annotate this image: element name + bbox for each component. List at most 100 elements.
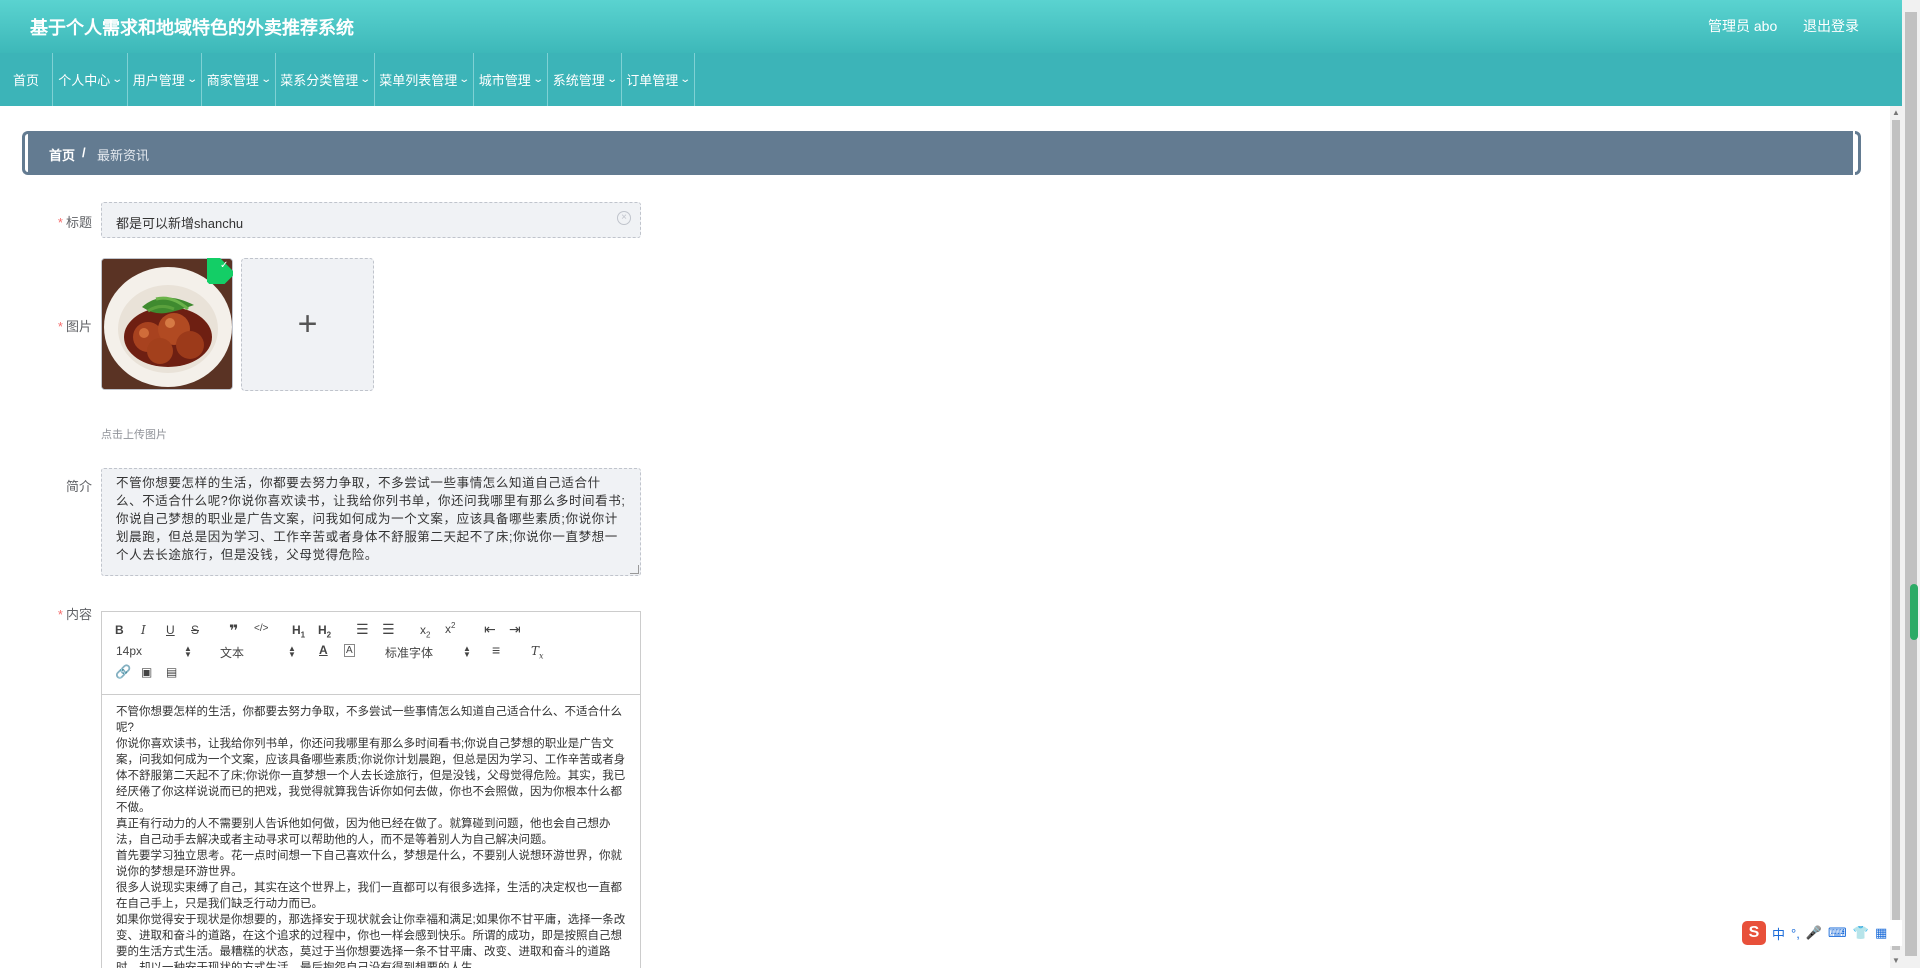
editor-toolbar: B I U S ❞ </> H1 H2 ☰ ☰ x2 x2 ⇤ ⇥ 14px ▲ ▼… (102, 612, 640, 695)
nav-label: 首页 (12, 73, 39, 88)
nav-order-management[interactable]: 订单管理 ⌄ (622, 53, 695, 106)
align-icon[interactable]: ≡ (492, 642, 500, 658)
image-icon[interactable]: ▣ (141, 665, 152, 679)
chevron-down-icon: ⌄ (186, 74, 198, 85)
font-color-icon[interactable]: A (319, 643, 328, 657)
nav-label: 系统管理 (552, 73, 605, 88)
sogou-logo-icon[interactable]: S (1742, 921, 1766, 945)
font-family-value: 标准字体 (385, 646, 434, 660)
nav-label: 用户管理 (132, 73, 185, 88)
required-mark: * (57, 319, 63, 334)
inner-scrollbar-thumb[interactable] (1892, 120, 1900, 950)
nav-label: 菜系分类管理 (280, 73, 359, 88)
background-color-icon[interactable]: A (344, 644, 355, 657)
clear-icon[interactable]: × (617, 211, 631, 225)
underline-icon[interactable]: U (166, 623, 175, 637)
breadcrumb-separator: / (82, 145, 86, 160)
logout-button[interactable]: 退出登录 (1803, 16, 1859, 36)
required-mark: * (57, 607, 63, 622)
image-label-text: 图片 (65, 319, 92, 334)
nav-label: 菜单列表管理 (379, 73, 458, 88)
apps-icon[interactable]: ▦ (1875, 925, 1887, 941)
nav-cuisine-category[interactable]: 菜系分类管理 ⌄ (276, 53, 375, 106)
nav-user-management[interactable]: 用户管理 ⌄ (128, 53, 202, 106)
font-size-select[interactable]: 14px ▲ ▼ (116, 644, 192, 659)
image-label: * 图片 (22, 316, 92, 335)
subscript-icon[interactable]: x2 (420, 623, 430, 639)
editor-content[interactable]: 不管你想要怎样的生活，你都要去努力争取，不多尝试一些事情怎么知道自己适合什么、不… (102, 696, 640, 968)
check-icon: ✓ (220, 260, 229, 271)
font-size-value: 14px (116, 644, 143, 658)
title-label-text: 标题 (65, 215, 92, 230)
nav-menu-list[interactable]: 菜单列表管理 ⌄ (375, 53, 474, 106)
paragraph-value: 文本 (220, 646, 245, 660)
nav-merchant-management[interactable]: 商家管理 ⌄ (202, 53, 276, 106)
page-scrollbar-thumb[interactable] (1905, 12, 1917, 956)
blockquote-icon[interactable]: ❞ (229, 621, 238, 641)
content-label-text: 内容 (65, 607, 92, 622)
title-input[interactable]: 都是可以新增shanchu (101, 202, 641, 238)
header-1-icon[interactable]: H1 (292, 623, 305, 639)
nav-city-management[interactable]: 城市管理 ⌄ (474, 53, 548, 106)
editor-paragraph: 如果你觉得安于现状是你想要的，那选择安于现状就会让你幸福和满足;如果你不甘平庸，… (116, 914, 626, 968)
main-nav: 首页 个人中心 ⌄ 用户管理 ⌄ 商家管理 ⌄ 菜系分类管理 ⌄ 菜单列表管理 ⌄ 城市管… (0, 53, 1902, 106)
breadcrumb-right-bracket (1855, 131, 1861, 175)
intro-textarea[interactable]: 不管你想要怎样的生活，你都要去努力争取，不多尝试一些事情怎么知道自己适合什么、不… (101, 468, 641, 576)
chevron-down-icon: ⌄ (679, 74, 692, 85)
clear-format-icon[interactable]: Tx (531, 644, 544, 660)
scroll-up-icon[interactable]: ▲ (1892, 108, 1900, 117)
bold-icon[interactable]: B (115, 623, 124, 637)
indent-icon[interactable]: ⇥ (509, 621, 521, 638)
link-icon[interactable]: 🔗 (115, 664, 131, 680)
ordered-list-icon[interactable]: ☰ (356, 621, 369, 638)
chevron-down-icon: ⌄ (606, 74, 618, 85)
breadcrumb-home[interactable]: 首页 (49, 145, 75, 164)
editor-paragraph: 真正有行动力的人不需要别人告诉他如何做，因为他已经在做了。就算碰到问题，他也会自… (116, 818, 611, 846)
superscript-icon[interactable]: x2 (445, 621, 455, 636)
nav-label: 城市管理 (478, 73, 531, 88)
nav-personal-center[interactable]: 个人中心 ⌄ (53, 53, 128, 106)
font-family-select[interactable]: 标准字体 ▲ ▼ (385, 644, 471, 661)
app-title: 基于个人需求和地域特色的外卖推荐系统 (30, 18, 354, 38)
breadcrumb (28, 131, 1853, 175)
chevron-down-icon: ⌄ (458, 74, 471, 85)
chevron-down-icon: ⌄ (532, 74, 544, 85)
resize-handle-icon[interactable] (630, 565, 639, 574)
editor-paragraph: 首先要学习独立思考。花一点时间想一下自己喜欢什么，梦想是什么，不要别人说想环游世… (116, 850, 622, 878)
upload-image-button[interactable]: + (241, 258, 374, 391)
nav-system-management[interactable]: 系统管理 ⌄ (548, 53, 622, 106)
admin-user-label: 管理员 abo (1708, 18, 1778, 34)
intro-label: 简介 (65, 479, 92, 494)
code-block-icon[interactable]: </> (254, 623, 268, 634)
plus-icon: + (297, 305, 318, 343)
italic-icon[interactable]: I (141, 623, 146, 637)
editor-paragraph: 你说你喜欢读书，让我给你列书单，你还问我哪里有那么多时间看书;你说自己梦想的职业… (116, 738, 626, 814)
scroll-down-icon[interactable]: ▼ (1892, 956, 1900, 965)
keyboard-icon[interactable]: ⌨ (1828, 925, 1847, 941)
editor-paragraph: 不管你想要怎样的生活，你都要去努力争取，不多尝试一些事情怎么知道自己适合什么、不… (116, 706, 622, 734)
select-arrows-icon: ▲ ▼ (184, 644, 192, 659)
upload-success-badge: ✓ (207, 258, 233, 284)
microphone-icon[interactable]: 🎤 (1806, 925, 1822, 941)
editor-paragraph: 很多人说现实束缚了自己，其实在这个世界上，我们一直都可以有很多选择，生活的决定权… (116, 882, 622, 910)
header-2-icon[interactable]: H2 (318, 623, 331, 639)
ime-punctuation[interactable]: °, (1791, 926, 1800, 941)
skin-icon[interactable]: 👕 (1853, 925, 1869, 941)
select-arrows-icon: ▲ ▼ (463, 644, 471, 659)
strikethrough-icon[interactable]: S (191, 623, 199, 637)
outdent-icon[interactable]: ⇤ (484, 621, 496, 638)
nav-label: 订单管理 (626, 73, 679, 88)
nav-label: 个人中心 (58, 73, 111, 88)
title-label: * 标题 (22, 212, 92, 231)
chevron-down-icon: ⌄ (111, 74, 124, 85)
floating-side-tab[interactable] (1910, 584, 1918, 640)
paragraph-select[interactable]: 文本 ▲ ▼ (220, 644, 296, 661)
video-icon[interactable]: ▤ (166, 665, 177, 679)
bullet-list-icon[interactable]: ☰ (382, 621, 395, 638)
nav-home[interactable]: 首页 (0, 53, 53, 106)
rich-text-editor[interactable]: B I U S ❞ </> H1 H2 ☰ ☰ x2 x2 ⇤ ⇥ 14px ▲ ▼… (101, 611, 641, 968)
ime-language[interactable]: 中 (1772, 924, 1785, 943)
upload-tip: 点击上传图片 (101, 429, 167, 441)
select-arrows-icon: ▲ ▼ (288, 644, 296, 659)
chevron-down-icon: ⌄ (260, 74, 272, 85)
